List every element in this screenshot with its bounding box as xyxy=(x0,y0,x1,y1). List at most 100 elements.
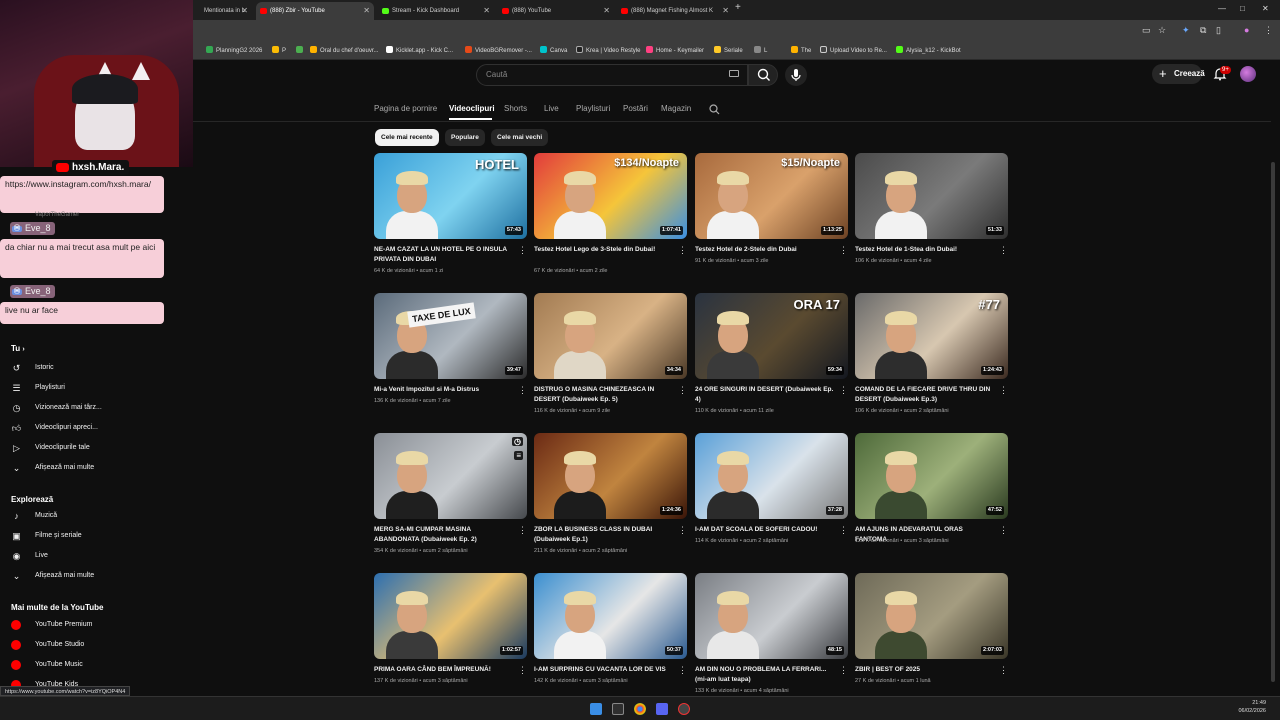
video-title[interactable]: COMAND DE LA FIECARE DRIVE THRU DIN DESE… xyxy=(855,385,995,405)
video-card[interactable]: 37:28 I-AM DAT SCOALA DE SOFERI CADOU! 114… xyxy=(695,433,848,563)
video-card[interactable]: 48:15 AM DIN NOU O PROBLEMA LA FERRARI...… xyxy=(695,573,848,703)
video-title[interactable]: PRIMA OARA CÂND BEM ÎMPREUNĂ! xyxy=(374,665,514,675)
search-input[interactable]: Caută xyxy=(476,64,748,86)
bookmark[interactable]: Canva xyxy=(540,45,567,57)
video-card[interactable]: #77 1:24:43 COMAND DE LA FIECARE DRIVE THR… xyxy=(855,293,1008,423)
video-thumbnail[interactable]: 37:28 xyxy=(695,433,848,519)
voice-search-button[interactable] xyxy=(785,64,807,86)
video-thumbnail[interactable]: 34:34 xyxy=(534,293,687,379)
account-avatar[interactable] xyxy=(1240,66,1256,82)
bookmark[interactable] xyxy=(296,45,306,57)
video-card[interactable]: ORA 17 59:34 24 ORE SINGURI IN DESERT (Dub… xyxy=(695,293,848,423)
more-options-icon[interactable]: ⋮ xyxy=(839,525,848,535)
bookmark[interactable]: Oral du chef d'oeuvr... xyxy=(310,45,379,57)
video-thumbnail[interactable]: 50:37 xyxy=(534,573,687,659)
video-title[interactable]: AM DIN NOU O PROBLEMA LA FERRARI... (mi-… xyxy=(695,665,835,685)
video-card[interactable]: 34:34 DISTRUG O MASINA CHINEZEASCA IN DES… xyxy=(534,293,687,423)
browser-tab[interactable]: (888) Magnet Fishing Almost K ✕ xyxy=(617,2,733,20)
browser-tab[interactable]: Stream - Kick Dashboard ✕ xyxy=(378,2,494,20)
bookmark[interactable]: P xyxy=(272,45,286,57)
system-clock[interactable]: 21:49 06/02/2026 xyxy=(1238,699,1266,715)
more-options-icon[interactable]: ⋮ xyxy=(678,385,687,395)
chrome-icon[interactable] xyxy=(634,703,646,715)
extensions-puzzle-icon[interactable]: ⧉ xyxy=(1200,25,1206,36)
more-options-icon[interactable]: ⋮ xyxy=(518,665,527,675)
video-title[interactable]: DISTRUG O MASINA CHINEZEASCA IN DESERT (… xyxy=(534,385,674,405)
browser-tab-active[interactable]: (888) Zbir - YouTube ✕ xyxy=(256,2,374,20)
tab-playlists[interactable]: Playlisturi xyxy=(576,104,610,113)
video-title[interactable]: Testez Hotel Lego de 3-Stele din Dubai! xyxy=(534,245,674,255)
video-thumbnail[interactable]: $15/Noapte 1:13:25 xyxy=(695,153,848,239)
channel-search-icon[interactable] xyxy=(709,104,720,115)
more-options-icon[interactable]: ⋮ xyxy=(999,245,1008,255)
chip-latest[interactable]: Cele mai recente xyxy=(375,129,439,146)
browser-tab[interactable]: (888) YouTube ✕ xyxy=(498,2,614,20)
bookmark[interactable]: L xyxy=(754,45,767,57)
video-card[interactable]: $134/Noapte 1:07:41 Testez Hotel Lego de 3… xyxy=(534,153,687,283)
close-icon[interactable]: ✕ xyxy=(363,2,370,20)
bookmark[interactable]: Alysia_k12 - KickBot xyxy=(896,45,961,57)
video-thumbnail[interactable]: ORA 17 59:34 xyxy=(695,293,848,379)
bookmark-star-icon[interactable]: ☆ xyxy=(1158,25,1166,36)
video-card[interactable]: 1:02:57 PRIMA OARA CÂND BEM ÎMPREUNĂ! 137 … xyxy=(374,573,527,703)
chip-oldest[interactable]: Cele mai vechi xyxy=(491,129,549,146)
cast-icon[interactable]: ▭ xyxy=(1142,25,1151,36)
new-tab-icon[interactable]: + xyxy=(735,2,741,13)
bookmark[interactable]: Krea | Video Restyle xyxy=(576,45,640,57)
chip-popular[interactable]: Populare xyxy=(445,129,485,146)
close-icon[interactable]: ✕ xyxy=(722,2,729,20)
more-options-icon[interactable]: ⋮ xyxy=(999,385,1008,395)
video-thumbnail[interactable]: ◷ ≡ xyxy=(374,433,527,519)
more-options-icon[interactable]: ⋮ xyxy=(839,245,848,255)
video-thumbnail[interactable]: #77 1:24:43 xyxy=(855,293,1008,379)
more-options-icon[interactable]: ⋮ xyxy=(518,245,527,255)
tab-store[interactable]: Magazin xyxy=(661,104,691,113)
obs-icon[interactable] xyxy=(678,703,690,715)
close-icon[interactable]: ✕ xyxy=(603,2,610,20)
video-card[interactable]: 1:24:36 ZBOR LA BUSINESS CLASS IN DUBAI (… xyxy=(534,433,687,563)
video-card[interactable]: 47:52 AM AJUNS IN ADEVARATUL ORAS FANTOMA… xyxy=(855,433,1008,563)
discord-icon[interactable] xyxy=(656,703,668,715)
video-card[interactable]: HOTEL 57:43 NE-AM CAZAT LA UN HOTEL PE O I… xyxy=(374,153,527,283)
video-title[interactable]: Mi-a Venit Impozitul si M-a Distrus xyxy=(374,385,514,395)
video-card[interactable]: $15/Noapte 1:13:25 Testez Hotel de 2-Stele… xyxy=(695,153,848,283)
video-title[interactable]: ZBOR LA BUSINESS CLASS IN DUBAI (Dubaiwe… xyxy=(534,525,674,545)
close-icon[interactable]: ✕ xyxy=(241,2,248,20)
tab-shorts[interactable]: Shorts xyxy=(504,104,527,113)
more-options-icon[interactable]: ⋮ xyxy=(678,665,687,675)
tab-posts[interactable]: Postări xyxy=(623,104,648,113)
browser-tab[interactable]: Mentionata in L ✕ xyxy=(190,2,252,20)
menu-icon[interactable]: ⋮ xyxy=(1264,25,1273,36)
more-options-icon[interactable]: ⋮ xyxy=(518,385,527,395)
video-title[interactable]: ZBIR | BEST OF 2025 xyxy=(855,665,995,675)
watch-later-icon[interactable]: ◷ xyxy=(512,437,523,446)
extension-icon[interactable]: ✦ xyxy=(1182,25,1190,36)
video-thumbnail[interactable]: 1:24:36 xyxy=(534,433,687,519)
video-card[interactable]: 2:07:03 ZBIR | BEST OF 2025 27 K de vizion… xyxy=(855,573,1008,703)
create-button[interactable]: + Creează xyxy=(1152,64,1205,84)
video-card[interactable]: 50:37 I-AM SURPRINS CU VACANTA LOR DE VIS… xyxy=(534,573,687,703)
video-title[interactable]: MERG SA-MI CUMPAR MASINA ABANDONATA (Dub… xyxy=(374,525,514,545)
video-title[interactable]: Testez Hotel de 2-Stele din Dubai xyxy=(695,245,835,255)
windows-start-icon[interactable] xyxy=(590,703,602,715)
bookmark[interactable]: VideoBGRemover -... xyxy=(465,45,532,57)
video-thumbnail[interactable]: HOTEL 57:43 xyxy=(374,153,527,239)
video-thumbnail[interactable]: TAXE DE LUX 39:47 xyxy=(374,293,527,379)
keyboard-icon[interactable] xyxy=(729,70,739,77)
bookmark[interactable]: Home - Keymailer xyxy=(646,45,704,57)
bookmark[interactable]: The xyxy=(791,45,811,57)
tab-home[interactable]: Pagina de pornire xyxy=(374,104,437,113)
sidebar-you-heading[interactable]: Tu › xyxy=(11,344,25,353)
video-title[interactable]: NE-AM CAZAT LA UN HOTEL PE O INSULA PRIV… xyxy=(374,245,514,265)
more-options-icon[interactable]: ⋮ xyxy=(999,665,1008,675)
sidepanel-icon[interactable]: ▯ xyxy=(1216,25,1221,36)
bookmark[interactable]: Seriale xyxy=(714,45,743,57)
maximize-icon[interactable]: □ xyxy=(1240,4,1245,13)
video-title[interactable]: 24 ORE SINGURI IN DESERT (Dubaiweek Ep. … xyxy=(695,385,835,405)
tab-live[interactable]: Live xyxy=(544,104,559,113)
video-card[interactable]: 51:33 Testez Hotel de 1-Stea din Dubai! 10… xyxy=(855,153,1008,283)
more-options-icon[interactable]: ⋮ xyxy=(999,525,1008,535)
video-thumbnail[interactable]: 47:52 xyxy=(855,433,1008,519)
close-icon[interactable]: ✕ xyxy=(483,2,490,20)
video-thumbnail[interactable]: 2:07:03 xyxy=(855,573,1008,659)
